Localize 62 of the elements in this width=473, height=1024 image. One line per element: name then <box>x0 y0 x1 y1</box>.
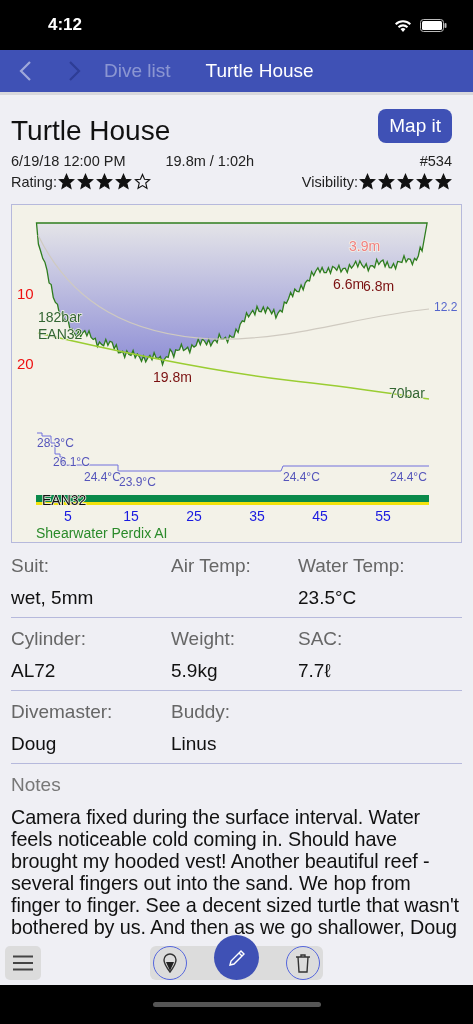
depth-label: 3.9m <box>349 238 381 254</box>
depth-duration: 19.8m / 1:02h <box>165 153 255 169</box>
device-name: Shearwater Perdix AI <box>36 525 168 541</box>
depth-axis-label: 20 <box>17 355 34 372</box>
depth-axis-label: 10 <box>17 285 34 302</box>
depth-label: 12.2 <box>434 300 458 314</box>
time-axis-label: 5 <box>64 508 72 524</box>
filled-star-icon <box>114 173 132 190</box>
battery-icon <box>420 18 447 32</box>
field-label: Suit: <box>11 555 51 577</box>
pencil-icon <box>227 948 246 967</box>
field-value: Doug <box>11 733 58 755</box>
notes-label: Notes <box>11 774 62 796</box>
dive-title: Turtle House <box>11 115 171 147</box>
field-label: Water Temp: <box>298 555 406 577</box>
filled-star-icon <box>95 173 113 190</box>
temperature-label: 23.9°C <box>119 475 156 489</box>
field-label: Weight: <box>171 628 237 650</box>
time-axis-label: 25 <box>186 508 202 524</box>
star-label: Visibility: <box>301 173 358 190</box>
depth-label: 6.8m <box>363 278 395 294</box>
depth-label: 19.8m <box>153 369 192 385</box>
field-label: SAC: <box>298 628 344 650</box>
temperature-label: 24.4°C <box>84 470 121 484</box>
breadcrumb[interactable]: Turtle House <box>205 60 314 82</box>
filled-star-icon <box>397 173 414 190</box>
wifi-icon <box>394 18 412 32</box>
time-axis-label: 15 <box>123 508 139 524</box>
map-pin-icon <box>163 953 177 973</box>
menu-icon <box>13 955 33 971</box>
field-label: Air Temp: <box>171 555 252 577</box>
field-label: Buddy: <box>171 701 232 723</box>
field-value: Linus <box>171 733 218 755</box>
field-label: Cylinder: <box>11 628 87 650</box>
star-label: Rating: <box>11 173 57 190</box>
filled-star-icon <box>359 173 376 190</box>
temperature-label: 24.4°C <box>283 470 320 484</box>
filled-star-icon <box>435 173 452 190</box>
dive-datetime: 6/19/18 12:00 PM <box>11 153 126 169</box>
field-value: AL72 <box>11 660 57 682</box>
field-value: 5.9kg <box>171 660 219 682</box>
temperature-label: 24.4°C <box>390 470 427 484</box>
field-value: 7.7ℓ <box>298 660 332 682</box>
time-axis-label: 35 <box>249 508 265 524</box>
dive-number: #534 <box>419 153 452 169</box>
temperature-label: 28.3°C <box>37 436 74 450</box>
trash-icon <box>295 953 311 973</box>
depth-label: 6.6m <box>333 276 365 292</box>
filled-star-icon <box>76 173 94 190</box>
time-axis-label: 55 <box>375 508 391 524</box>
map-button[interactable]: Map it <box>378 109 452 143</box>
menu-button[interactable] <box>5 946 41 980</box>
filled-star-icon <box>57 173 75 190</box>
field-value: 23.5°C <box>298 587 358 609</box>
field-value: wet, 5mm <box>11 587 95 609</box>
filled-star-icon <box>416 173 433 190</box>
temperature-label: 26.1°C <box>53 455 90 469</box>
status-time: 4:12 <box>48 15 83 35</box>
time-axis-label: 45 <box>312 508 328 524</box>
notes-text: Camera fixed during the surface interval. Water feels noticeable cold coming in. Should have brought my hooded vest! Another beautiful reef - several fingers out into the sand. We hop from finger to finger. See a decent sized turtle that wasn't bothered by us. And then as we go shallower, Doug <box>11 806 461 938</box>
field-label: Divemaster: <box>11 701 114 723</box>
filled-star-icon <box>378 173 395 190</box>
